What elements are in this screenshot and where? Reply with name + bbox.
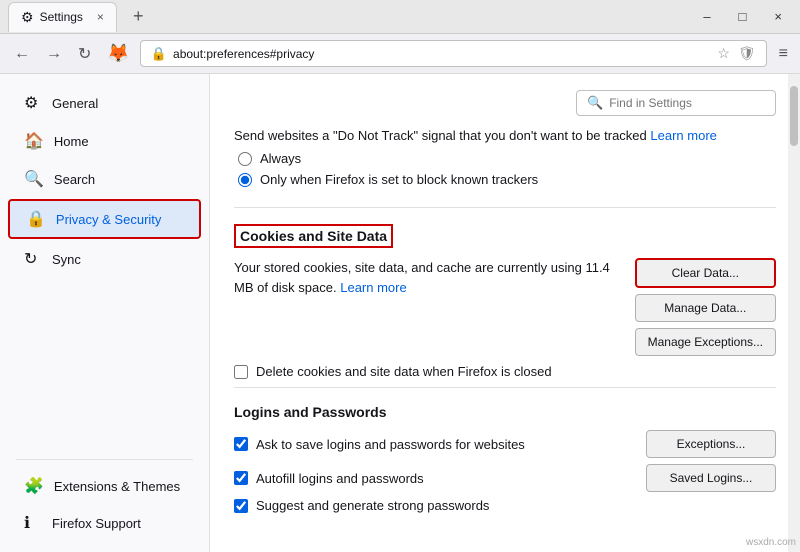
saved-logins-button[interactable]: Saved Logins... (646, 464, 776, 492)
cookies-info: Your stored cookies, site data, and cach… (234, 258, 776, 356)
back-button[interactable]: ← (8, 41, 36, 67)
sidebar-item-extensions[interactable]: 🧩 Extensions & Themes (8, 468, 201, 504)
exceptions-button[interactable]: Exceptions... (646, 430, 776, 458)
dnt-always-option[interactable]: Always (238, 151, 776, 166)
find-settings-bar: 🔍 (234, 90, 776, 116)
sidebar-item-home[interactable]: 🏠 Home (8, 123, 201, 159)
cookies-description: Your stored cookies, site data, and cach… (234, 258, 623, 297)
dnt-learn-more-link[interactable]: Learn more (650, 128, 716, 143)
manage-exceptions-button[interactable]: Manage Exceptions... (635, 328, 776, 356)
sync-icon: ↻ (24, 249, 42, 269)
tab-label: Settings (40, 10, 83, 24)
menu-button[interactable]: ≡ (775, 41, 792, 67)
logins-title: Logins and Passwords (234, 404, 776, 420)
sidebar-label-privacy: Privacy & Security (56, 212, 161, 227)
close-button[interactable]: × (764, 5, 792, 28)
watermark: wsxdn.com (746, 537, 796, 548)
sidebar-label-extensions: Extensions & Themes (54, 479, 180, 494)
title-bar: ⚙ Settings × + – □ × (0, 0, 800, 34)
autofill-checkbox[interactable] (234, 471, 248, 485)
scrollbar-track[interactable] (788, 74, 800, 552)
bookmark-icon[interactable]: ☆ (717, 45, 730, 62)
general-icon: ⚙ (24, 93, 42, 113)
firefox-logo: 🦊 (107, 43, 129, 64)
clear-data-button[interactable]: Clear Data... (635, 258, 776, 288)
dnt-block-option[interactable]: Only when Firefox is set to block known … (238, 172, 776, 187)
delete-cookies-label: Delete cookies and site data when Firefo… (256, 364, 552, 379)
dnt-always-radio[interactable] (238, 152, 252, 166)
cookies-section: Cookies and Site Data Your stored cookie… (234, 207, 776, 379)
suggest-label: Suggest and generate strong passwords (256, 498, 489, 513)
delete-cookies-checkbox-row[interactable]: Delete cookies and site data when Firefo… (234, 364, 776, 379)
sidebar-item-support[interactable]: ℹ Firefox Support (8, 505, 201, 541)
save-logins-row: Ask to save logins and passwords for web… (234, 430, 776, 458)
find-settings-field[interactable] (609, 96, 765, 110)
sidebar-bottom: 🧩 Extensions & Themes ℹ Firefox Support (0, 451, 209, 542)
browser-tab[interactable]: ⚙ Settings × (8, 2, 117, 32)
autofill-row: Autofill logins and passwords Saved Logi… (234, 464, 776, 492)
sidebar-item-privacy[interactable]: 🔒 Privacy & Security (8, 199, 201, 239)
dnt-block-radio[interactable] (238, 173, 252, 187)
cookies-learn-more-link[interactable]: Learn more (340, 280, 406, 295)
tab-close-button[interactable]: × (97, 10, 104, 24)
forward-button[interactable]: → (40, 41, 68, 67)
minimize-button[interactable]: – (693, 5, 720, 28)
sidebar-divider (16, 459, 193, 460)
search-icon: 🔍 (24, 169, 44, 189)
support-icon: ℹ (24, 513, 42, 533)
window-controls: – □ × (693, 5, 792, 28)
dnt-section: Send websites a "Do Not Track" signal th… (234, 128, 776, 187)
save-logins-label: Ask to save logins and passwords for web… (256, 437, 525, 452)
dnt-block-label: Only when Firefox is set to block known … (260, 172, 538, 187)
sidebar-label-search: Search (54, 172, 95, 187)
cookies-section-title: Cookies and Site Data (234, 224, 393, 248)
privacy-icon: 🔒 (26, 209, 46, 229)
cookies-buttons: Clear Data... Manage Data... Manage Exce… (635, 258, 776, 356)
scrollbar-thumb[interactable] (790, 86, 798, 146)
new-tab-button[interactable]: + (125, 4, 152, 29)
autofill-label: Autofill logins and passwords (256, 471, 424, 486)
delete-cookies-checkbox[interactable] (234, 365, 248, 379)
find-icon: 🔍 (587, 95, 603, 111)
dnt-description: Send websites a "Do Not Track" signal th… (234, 128, 776, 143)
suggest-left: Suggest and generate strong passwords (234, 498, 489, 513)
logins-section: Logins and Passwords Ask to save logins … (234, 387, 776, 513)
save-logins-left: Ask to save logins and passwords for web… (234, 437, 525, 452)
reload-button[interactable]: ↻ (72, 40, 97, 68)
sidebar-label-support: Firefox Support (52, 516, 141, 531)
extensions-icon: 🧩 (24, 476, 44, 496)
address-lock-icon: 🔒 (151, 46, 167, 62)
dnt-radio-group: Always Only when Firefox is set to block… (238, 151, 776, 187)
maximize-button[interactable]: □ (729, 5, 757, 28)
sidebar-item-general[interactable]: ⚙ General (8, 85, 201, 121)
tab-favicon: ⚙ (21, 9, 34, 26)
suggest-row: Suggest and generate strong passwords (234, 498, 776, 513)
sidebar-label-sync: Sync (52, 252, 81, 267)
home-icon: 🏠 (24, 131, 44, 151)
address-bar[interactable]: 🔒 about:preferences#privacy ☆ 🛡 (140, 40, 767, 67)
suggest-checkbox[interactable] (234, 499, 248, 513)
sidebar-item-search[interactable]: 🔍 Search (8, 161, 201, 197)
find-settings-input[interactable]: 🔍 (576, 90, 776, 116)
address-text: about:preferences#privacy (173, 47, 711, 61)
manage-data-button[interactable]: Manage Data... (635, 294, 776, 322)
sidebar: ⚙ General 🏠 Home 🔍 Search 🔒 Privacy & Se… (0, 74, 210, 552)
shield-icon: 🛡 (738, 45, 756, 62)
autofill-left: Autofill logins and passwords (234, 471, 424, 486)
toolbar-icons: ≡ (775, 41, 792, 67)
address-bar-icons: ☆ 🛡 (717, 45, 755, 62)
dnt-always-label: Always (260, 151, 301, 166)
sidebar-item-sync[interactable]: ↻ Sync (8, 241, 201, 277)
save-logins-checkbox[interactable] (234, 437, 248, 451)
content-area: 🔍 Send websites a "Do Not Track" signal … (210, 74, 800, 552)
nav-bar: ← → ↻ 🦊 🔒 about:preferences#privacy ☆ 🛡 … (0, 34, 800, 74)
main-container: ⚙ General 🏠 Home 🔍 Search 🔒 Privacy & Se… (0, 74, 800, 552)
sidebar-label-home: Home (54, 134, 89, 149)
sidebar-label-general: General (52, 96, 98, 111)
